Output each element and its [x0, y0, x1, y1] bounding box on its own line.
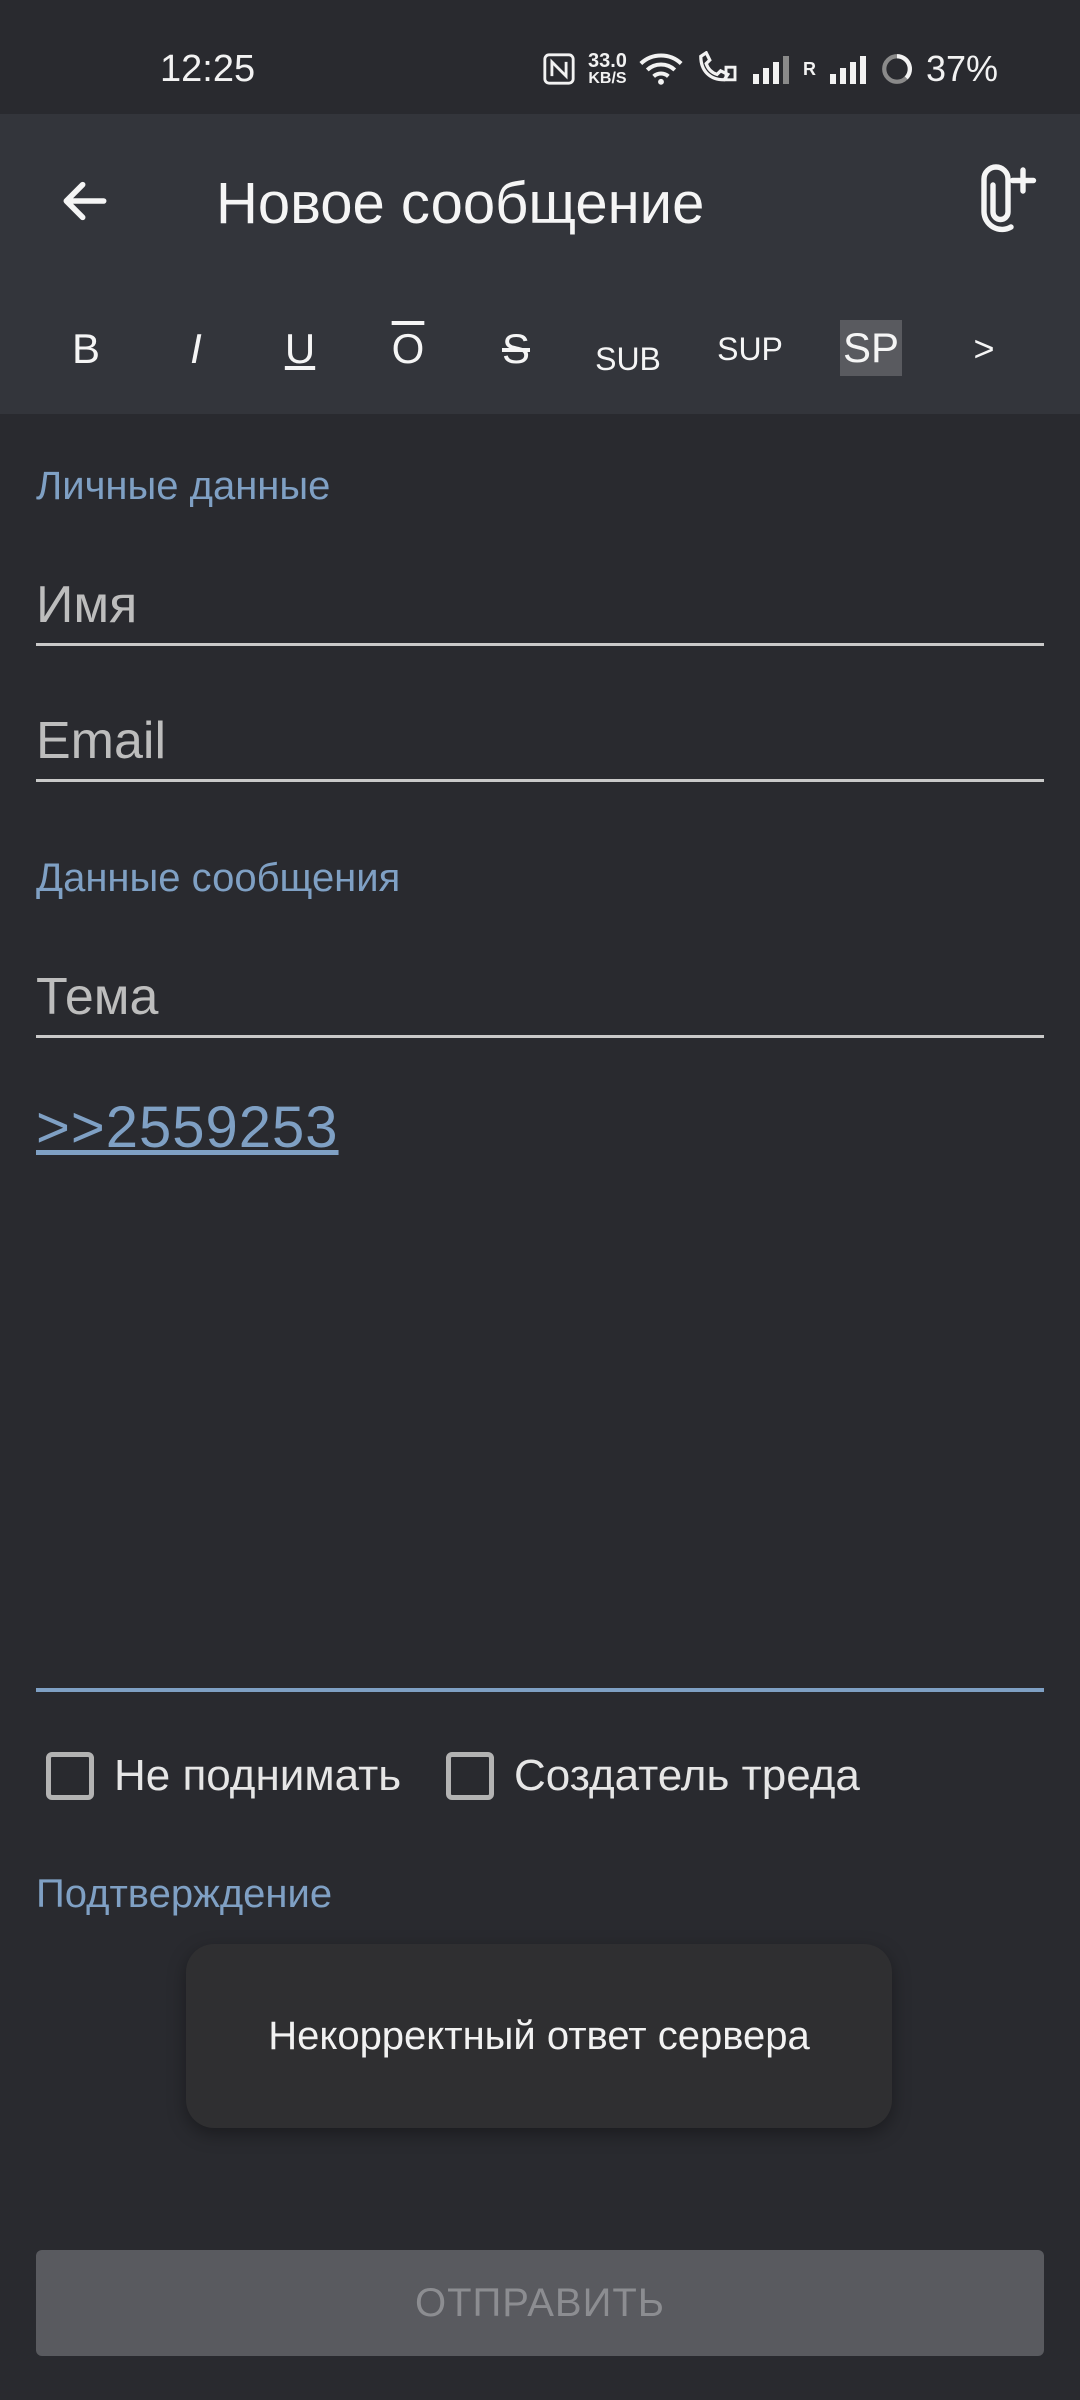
error-toast: Некорректный ответ сервера — [186, 1944, 892, 2128]
quote-button[interactable]: > — [966, 314, 1002, 384]
overline-button[interactable]: O — [388, 314, 428, 384]
status-time: 12:25 — [160, 48, 256, 90]
no-bump-checkbox[interactable] — [46, 1752, 94, 1800]
superscript-button[interactable]: SUP — [712, 314, 788, 400]
status-icons: 33.0 KB/S R 37% — [542, 44, 998, 94]
spoiler-button[interactable]: SP — [840, 320, 902, 376]
email-input[interactable] — [36, 711, 1044, 771]
battery-percent: 37% — [925, 48, 998, 89]
nfc-icon — [543, 53, 575, 85]
underline-button[interactable]: U — [280, 314, 320, 384]
op-option[interactable]: Создатель треда — [446, 1746, 860, 1806]
app-bar: Новое сообщение — [0, 114, 1080, 290]
signal-sim1-icon — [752, 56, 789, 84]
no-bump-label: Не поднимать — [114, 1751, 402, 1800]
back-arrow-icon — [63, 181, 107, 221]
attach-file-button[interactable] — [960, 158, 1044, 242]
subject-input[interactable] — [36, 967, 1044, 1027]
email-field — [36, 698, 1044, 782]
roaming-indicator: R — [802, 58, 816, 79]
name-input[interactable] — [36, 575, 1044, 635]
paperclip-plus-icon — [981, 164, 1037, 233]
message-textarea[interactable]: >>2559253 — [36, 1080, 1044, 1692]
wifi-calling-icon — [699, 51, 737, 82]
italic-button[interactable]: I — [176, 314, 216, 384]
send-button[interactable]: ОТПРАВИТЬ — [36, 2250, 1044, 2356]
status-bar: 12:25 33.0 KB/S R 37% — [0, 0, 1080, 114]
post-reply-link[interactable]: >>2559253 — [36, 1094, 339, 1161]
name-field — [36, 562, 1044, 646]
op-label: Создатель треда — [514, 1751, 860, 1800]
subject-field — [36, 954, 1044, 1038]
message-data-heading: Данные сообщения — [36, 856, 401, 900]
bold-button[interactable]: B — [66, 314, 106, 384]
back-button[interactable] — [50, 166, 120, 236]
wifi-icon — [639, 53, 683, 85]
network-speed: 33.0 KB/S — [588, 50, 627, 87]
op-checkbox[interactable] — [446, 1752, 494, 1800]
strikethrough-button[interactable]: S — [496, 314, 536, 384]
subscript-button[interactable]: SUB — [592, 314, 664, 394]
personal-data-heading: Личные данные — [36, 464, 331, 508]
page-title: Новое сообщение — [216, 171, 705, 236]
battery-icon — [882, 54, 912, 84]
signal-sim2-icon — [829, 56, 866, 84]
toast-message: Некорректный ответ сервера — [268, 2013, 810, 2058]
format-toolbar: B I U O S SUB SUP SP > — [0, 290, 1080, 414]
confirmation-heading: Подтверждение — [36, 1872, 333, 1916]
no-bump-option[interactable]: Не поднимать — [46, 1746, 401, 1806]
